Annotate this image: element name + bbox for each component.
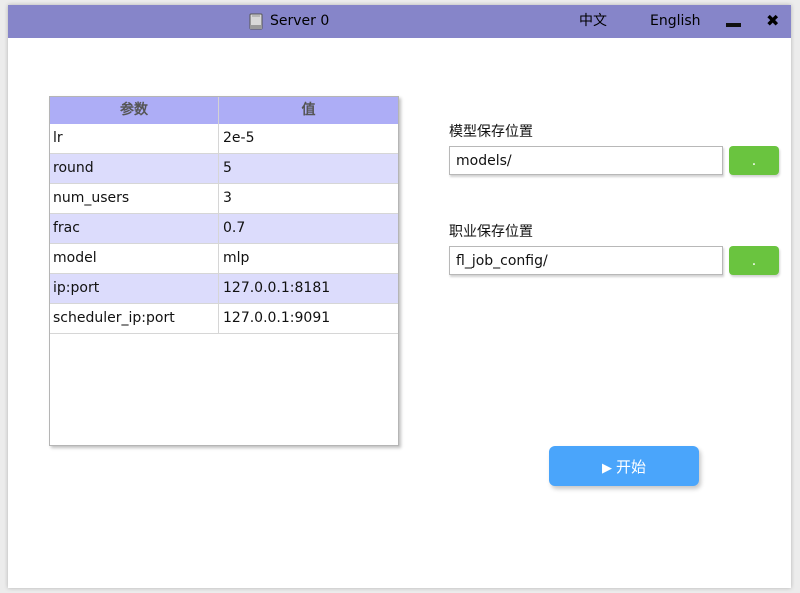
table-row[interactable]: lr 2e-5 (50, 124, 398, 154)
start-label: 开始 (615, 457, 646, 476)
table-row[interactable]: round 5 (50, 154, 398, 184)
play-icon: ▶ (601, 460, 612, 476)
close-icon[interactable]: ✖ (766, 11, 779, 31)
value-cell[interactable]: 127.0.0.1:9091 (219, 304, 398, 333)
job-path-browse-button[interactable]: . (729, 246, 779, 275)
value-cell[interactable]: 3 (219, 184, 398, 213)
param-cell[interactable]: round (50, 154, 219, 183)
value-cell[interactable]: 2e-5 (219, 124, 398, 153)
drive-icon (249, 13, 263, 30)
table-row[interactable]: num_users 3 (50, 184, 398, 214)
minimize-icon[interactable] (726, 23, 741, 27)
column-header-value[interactable]: 值 (219, 97, 398, 124)
job-path-label: 职业保存位置 (449, 224, 533, 240)
title-bar: Server 0 中文 English ✖ (8, 5, 791, 38)
parameter-table: 参数 值 lr 2e-5 round 5 num_users 3 frac 0.… (49, 96, 399, 446)
param-cell[interactable]: lr (50, 124, 219, 153)
language-english-button[interactable]: English (650, 13, 701, 30)
value-cell[interactable]: 5 (219, 154, 398, 183)
param-cell[interactable]: num_users (50, 184, 219, 213)
job-path-input[interactable] (449, 246, 723, 275)
table-row[interactable]: model mlp (50, 244, 398, 274)
value-cell[interactable]: 127.0.0.1:8181 (219, 274, 398, 303)
table-row[interactable]: scheduler_ip:port 127.0.0.1:9091 (50, 304, 398, 334)
param-cell[interactable]: scheduler_ip:port (50, 304, 219, 333)
language-chinese-button[interactable]: 中文 (579, 13, 607, 30)
model-path-input[interactable] (449, 146, 723, 175)
table-row[interactable]: ip:port 127.0.0.1:8181 (50, 274, 398, 304)
window-title: Server 0 (270, 13, 330, 29)
value-cell[interactable]: 0.7 (219, 214, 398, 243)
column-header-param[interactable]: 参数 (50, 97, 219, 124)
model-path-browse-button[interactable]: . (729, 146, 779, 175)
app-window: Server 0 中文 English ✖ 参数 值 lr 2e-5 round… (8, 5, 791, 588)
param-cell[interactable]: frac (50, 214, 219, 243)
param-cell[interactable]: ip:port (50, 274, 219, 303)
param-cell[interactable]: model (50, 244, 219, 273)
value-cell[interactable]: mlp (219, 244, 398, 273)
model-path-label: 模型保存位置 (449, 124, 533, 140)
table-row[interactable]: frac 0.7 (50, 214, 398, 244)
table-header: 参数 值 (50, 97, 398, 124)
start-button[interactable]: ▶ 开始 (549, 446, 699, 486)
